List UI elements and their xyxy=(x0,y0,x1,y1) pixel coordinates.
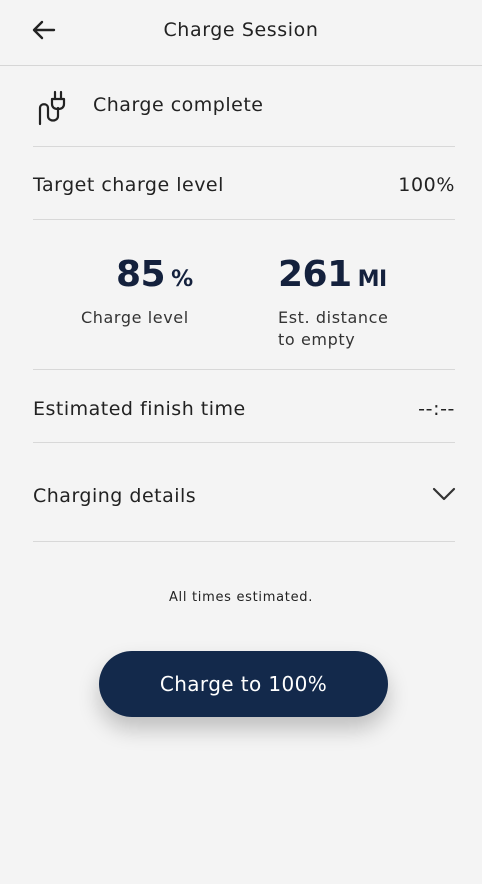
charging-details-label[interactable]: Charging details xyxy=(33,485,196,507)
charge-level-value: 85 xyxy=(116,254,166,295)
distance-unit: MI xyxy=(357,267,388,292)
charge-level-number: 85% xyxy=(81,252,193,303)
distance-label-line1: Est. distance xyxy=(278,308,389,327)
divider xyxy=(33,146,455,147)
charge-to-100-button[interactable]: Charge to 100% xyxy=(99,651,388,717)
charge-level-label: Charge level xyxy=(81,308,189,327)
app-header: Charge Session xyxy=(0,0,482,66)
target-charge-value[interactable]: 100% xyxy=(398,174,455,196)
charge-level-unit: % xyxy=(171,267,193,292)
distance-number: 261 MI xyxy=(278,252,389,303)
divider xyxy=(33,442,455,443)
finish-time-value: --:-- xyxy=(418,398,455,420)
divider xyxy=(33,369,455,370)
charge-level-stat: 85% Charge level xyxy=(81,252,193,329)
distance-label-line2: to empty xyxy=(278,330,356,349)
finish-time-label: Estimated finish time xyxy=(33,398,246,420)
distance-value: 261 xyxy=(278,254,352,295)
charge-status-row: Charge complete xyxy=(33,84,455,128)
charge-status-text: Charge complete xyxy=(93,94,264,116)
distance-stat: 261 MI Est. distance to empty xyxy=(278,252,389,351)
divider xyxy=(33,541,455,542)
divider xyxy=(33,219,455,220)
page-title: Charge Session xyxy=(163,19,319,41)
chevron-down-icon[interactable] xyxy=(430,480,458,508)
estimate-note: All times estimated. xyxy=(168,590,314,605)
plug-icon xyxy=(38,90,66,126)
target-charge-label: Target charge level xyxy=(33,174,224,196)
